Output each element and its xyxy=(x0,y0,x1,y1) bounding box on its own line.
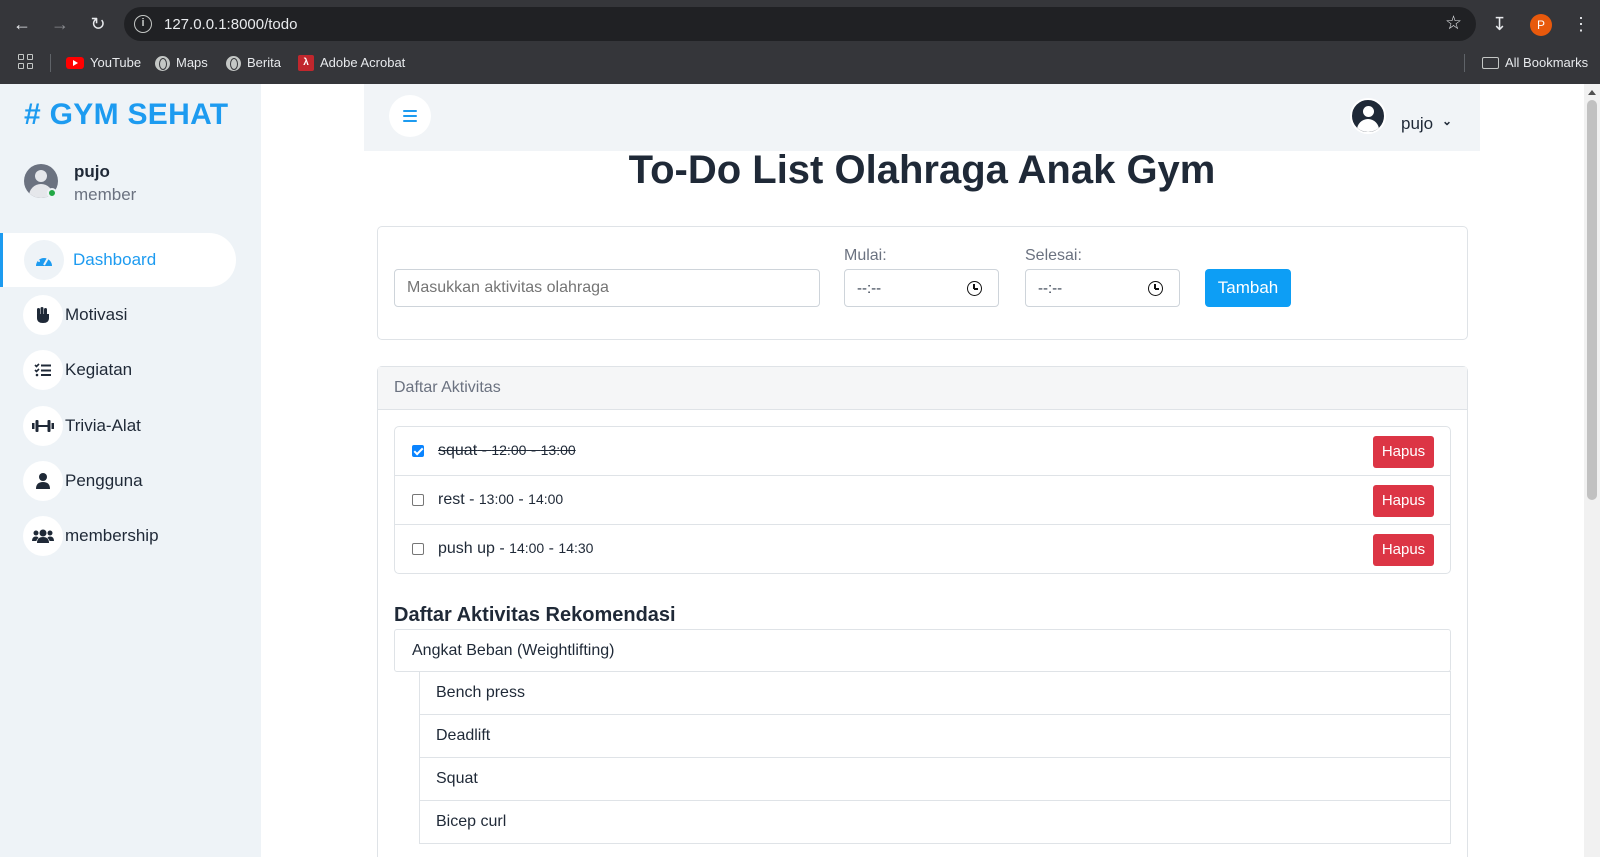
menu-dots-icon[interactable]: ⋮ xyxy=(1572,10,1590,38)
todo-text: rest - 13:00 - 14:00 xyxy=(438,491,564,508)
todo-list: squat - 12:00 - 13:00 Hapus rest - 13:00… xyxy=(394,426,1451,574)
dumbbell-icon xyxy=(23,406,63,446)
page-title: To-Do List Olahraga Anak Gym xyxy=(628,148,1216,192)
divider xyxy=(50,54,51,72)
delete-button[interactable]: Hapus xyxy=(1373,436,1434,468)
list-item[interactable]: Bicep curl xyxy=(420,801,1450,844)
sidebar-item-label: Trivia-Alat xyxy=(65,416,141,435)
done-checkbox[interactable] xyxy=(412,445,424,457)
profile-avatar[interactable]: P xyxy=(1530,14,1552,36)
gauge-icon xyxy=(24,240,64,280)
delete-button[interactable]: Hapus xyxy=(1373,534,1434,566)
todo-text: push up - 14:00 - 14:30 xyxy=(438,540,594,557)
chevron-down-icon[interactable]: ⌄ xyxy=(1442,114,1452,128)
user-menu-name[interactable]: pujo xyxy=(1401,114,1433,134)
scrollbar-thumb[interactable] xyxy=(1587,100,1597,500)
list-item[interactable]: Deadlift xyxy=(420,715,1450,758)
sidebar-item-label: Dashboard xyxy=(73,250,157,269)
user-name: pujo xyxy=(74,162,110,181)
browser-chrome: ← → ↻ i 127.0.0.1:8000/todo ☆ ↧ P ⋮ YouT… xyxy=(0,0,1600,84)
avatar[interactable] xyxy=(1350,98,1386,134)
sidebar: # GYM SEHAT pujo member Dashboard Motiva… xyxy=(0,84,261,857)
users-icon xyxy=(23,516,63,556)
address-bar[interactable]: i 127.0.0.1:8000/todo ☆ xyxy=(124,7,1476,41)
end-time-label: Selesai: xyxy=(1025,247,1082,264)
start-time-input[interactable]: --:-- xyxy=(844,269,999,307)
start-time-label: Mulai: xyxy=(844,247,887,264)
globe-icon xyxy=(155,55,170,71)
todo-text: squat - 12:00 - 13:00 xyxy=(438,442,576,459)
done-checkbox[interactable] xyxy=(412,543,424,555)
youtube-icon xyxy=(66,57,84,69)
brand-logo[interactable]: # GYM SEHAT xyxy=(24,98,228,132)
globe-icon xyxy=(226,55,241,71)
bookmark-star-icon[interactable]: ☆ xyxy=(1445,12,1462,35)
add-activity-form: Mulai: --:-- Selesai: --:-- Tambah xyxy=(377,226,1468,340)
bookmark-adobe-acrobat[interactable]: λ Adobe Acrobat xyxy=(298,53,405,73)
list-item: push up - 14:00 - 14:30 Hapus xyxy=(395,525,1450,573)
scroll-up-icon[interactable] xyxy=(1588,90,1596,95)
sidebar-item-label: Motivasi xyxy=(65,305,128,324)
site-info-icon[interactable]: i xyxy=(134,15,152,33)
all-bookmarks[interactable]: All Bookmarks xyxy=(1482,53,1588,73)
list-item: squat - 12:00 - 13:00 Hapus xyxy=(395,427,1450,476)
pdf-icon: λ xyxy=(298,55,314,71)
folder-icon xyxy=(1482,57,1499,69)
download-icon[interactable]: ↧ xyxy=(1492,10,1507,38)
delete-button[interactable]: Hapus xyxy=(1373,485,1434,517)
sidebar-item-label: Pengguna xyxy=(65,471,143,490)
list-item: rest - 13:00 - 14:00 Hapus xyxy=(395,476,1450,525)
url-text[interactable]: 127.0.0.1:8000/todo xyxy=(164,16,297,33)
activity-list-card: Daftar Aktivitas squat - 12:00 - 13:00 H… xyxy=(377,366,1468,857)
list-item[interactable]: Squat xyxy=(420,758,1450,801)
list-header: Daftar Aktivitas xyxy=(378,367,1467,410)
page-viewport: # GYM SEHAT pujo member Dashboard Motiva… xyxy=(0,84,1584,857)
user-icon xyxy=(23,461,63,501)
start-time-value: --:-- xyxy=(857,280,882,297)
page-scrollbar[interactable] xyxy=(1584,84,1600,857)
sidebar-item-label: membership xyxy=(65,526,159,545)
divider xyxy=(1464,54,1465,72)
topbar: pujo ⌄ xyxy=(364,84,1480,151)
back-icon[interactable]: ← xyxy=(8,10,36,38)
recommendation-category[interactable]: Angkat Beban (Weightlifting) xyxy=(394,629,1451,672)
sidebar-item-membership[interactable]: membership xyxy=(0,509,236,563)
end-time-input[interactable]: --:-- xyxy=(1025,269,1180,307)
end-time-value: --:-- xyxy=(1038,280,1063,297)
clock-icon[interactable] xyxy=(967,281,982,296)
sidebar-item-pengguna[interactable]: Pengguna xyxy=(0,454,236,508)
recommendations-title: Daftar Aktivitas Rekomendasi xyxy=(394,604,676,626)
bookmark-youtube[interactable]: YouTube xyxy=(66,53,141,73)
apps-grid-icon[interactable] xyxy=(18,54,34,70)
add-button[interactable]: Tambah xyxy=(1205,269,1291,307)
sidebar-item-dashboard[interactable]: Dashboard xyxy=(0,233,236,287)
bookmarks-bar: YouTube Maps Berita λ Adobe Acrobat All … xyxy=(0,48,1600,78)
bookmark-berita[interactable]: Berita xyxy=(226,53,281,73)
sidebar-item-label: Kegiatan xyxy=(65,360,133,379)
done-checkbox[interactable] xyxy=(412,494,424,506)
fist-icon xyxy=(23,295,63,335)
forward-icon[interactable]: → xyxy=(46,10,74,38)
recommendation-exercise-list: Bench press Deadlift Squat Bicep curl xyxy=(419,671,1451,844)
online-status-dot xyxy=(47,188,57,198)
hamburger-menu-icon[interactable] xyxy=(389,95,431,137)
sidebar-item-motivasi[interactable]: Motivasi xyxy=(0,288,236,342)
clock-icon[interactable] xyxy=(1148,281,1163,296)
activity-input[interactable] xyxy=(394,269,820,307)
bookmark-maps[interactable]: Maps xyxy=(155,53,208,73)
sidebar-item-trivia-alat[interactable]: Trivia-Alat xyxy=(0,399,236,453)
sidebar-item-kegiatan[interactable]: Kegiatan xyxy=(0,343,236,397)
reload-icon[interactable]: ↻ xyxy=(84,10,112,38)
list-check-icon xyxy=(23,350,63,390)
user-role: member xyxy=(74,185,137,204)
list-item[interactable]: Bench press xyxy=(420,672,1450,715)
sidebar-user: pujo member xyxy=(24,162,244,212)
